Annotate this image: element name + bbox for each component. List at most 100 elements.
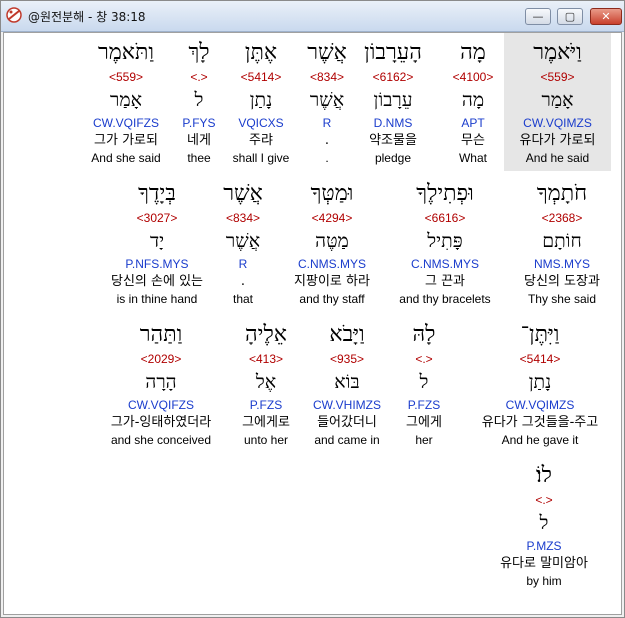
morph-code[interactable]: APT	[428, 115, 518, 131]
word-cell[interactable]: וּמַטְּךָ <4294> מַטֶּה C.NMS.MYS 지팡이로 하…	[280, 178, 384, 307]
morph-code[interactable]: P.MZS	[489, 538, 599, 554]
strong-number[interactable]: <2368>	[507, 210, 617, 226]
word-cell[interactable]: מָה <4100> מָה APT 무슨 What	[428, 37, 518, 166]
lemma: ל	[419, 371, 429, 393]
korean-gloss: 그가 가로되	[94, 133, 158, 148]
strong-number[interactable]: <834>	[211, 210, 275, 226]
english-gloss: and came in	[314, 433, 380, 447]
english-gloss: and she conceived	[110, 433, 212, 447]
word-cell[interactable]: בְּיָדֶךָ <3027> יָד P.NFS.MYS 당신의 손에 있는…	[97, 178, 217, 307]
maximize-button[interactable]: ▢	[557, 8, 583, 25]
interlinear-view[interactable]: וַיֹּאמֶר <559> אָמַר CW.VQIMZS 유다가 가로되 …	[3, 32, 622, 615]
morph-code[interactable]: P.FZS	[231, 397, 301, 413]
word-cell[interactable]: וַיָּבֹא <935> בּוֹא CW.VHIMZS 들어갔더니 and…	[304, 319, 390, 448]
lemma: בּוֹא	[334, 371, 360, 393]
english-gloss: that	[232, 292, 253, 306]
strong-number[interactable]: <.>	[489, 492, 599, 508]
hebrew-word: וַתֹּאמֶר	[97, 40, 155, 65]
english-gloss: is in thine hand	[116, 292, 198, 306]
korean-gloss: 그에게	[406, 415, 442, 430]
hebrew-word: אֲשֶׁר	[223, 181, 263, 206]
hebrew-word: וַיֹּאמֶר	[533, 40, 582, 65]
minimize-button[interactable]: —	[525, 8, 551, 25]
word-cell[interactable]: וַתַּהַר <2029> הָרָה CW.VQIFZS 그가-잉태하였더…	[98, 319, 224, 448]
morph-code[interactable]: R	[211, 256, 275, 272]
morph-code[interactable]: CW.VQIFZS	[98, 397, 224, 413]
word-cell[interactable]: חֹתָמְךָ <2368> חוֹתָם NMS.MYS 당신의 도장과 T…	[507, 178, 617, 307]
korean-gloss: 유다로 말미암아	[500, 556, 588, 571]
hebrew-word: לָהּ	[412, 322, 436, 347]
strong-number[interactable]: <4100>	[428, 69, 518, 85]
korean-gloss: 그에게로	[242, 415, 290, 430]
close-icon: ✕	[601, 10, 611, 23]
korean-gloss: 당신의 손에 있는	[111, 274, 203, 289]
hebrew-word: וַתַּהַר	[139, 322, 183, 347]
korean-gloss: 들어갔더니	[317, 415, 377, 430]
word-cell[interactable]: וַיִּתֶּן־ <5414> נָתַן CW.VQIMZS 유다가 그것…	[470, 319, 610, 448]
hebrew-word: וַיִּתֶּן־	[520, 322, 560, 347]
korean-gloss: 유다가 가로되	[519, 133, 596, 148]
morph-code[interactable]: C.NMS.MYS	[280, 256, 384, 272]
strong-number[interactable]: <4294>	[280, 210, 384, 226]
morph-code[interactable]: C.NMS.MYS	[390, 256, 500, 272]
close-button[interactable]: ✕	[590, 8, 622, 25]
english-gloss: And he said	[525, 151, 590, 165]
korean-gloss: 지팡이로 하라	[294, 274, 370, 289]
korean-gloss: 유다가 그것들을-주고	[481, 415, 599, 430]
english-gloss: by him	[526, 574, 562, 588]
strong-number[interactable]: <935>	[304, 351, 390, 367]
lemma: הָרָה	[145, 371, 177, 393]
korean-gloss: 당신의 도장과	[524, 274, 600, 289]
english-gloss: Thy she said	[527, 292, 597, 306]
word-cell[interactable]: אֲשֶׁר <834> אֲשֶׁר R . that	[211, 178, 275, 307]
korean-gloss: .	[240, 274, 246, 289]
strong-number[interactable]: <3027>	[97, 210, 217, 226]
maximize-icon: ▢	[564, 10, 576, 23]
word-cell[interactable]: וַתֹּאמֶר <559> אָמַר CW.VQIFZS 그가 가로되 A…	[81, 37, 171, 166]
morph-code[interactable]: CW.VQIMZS	[504, 115, 611, 131]
hebrew-word: וּמַטְּךָ	[310, 181, 354, 206]
english-gloss: and thy staff	[299, 292, 365, 306]
lemma: יָד	[149, 230, 165, 252]
lemma: אֲשֶׁר	[225, 230, 261, 252]
hebrew-word: בְּיָדֶךָ	[138, 181, 176, 206]
strong-number[interactable]: <.>	[396, 351, 452, 367]
english-gloss: her	[415, 433, 433, 447]
hebrew-word: חֹתָמְךָ	[536, 181, 588, 206]
hebrew-word: לוֹ׃	[536, 463, 552, 488]
morph-code[interactable]: NMS.MYS	[507, 256, 617, 272]
app-logo-icon	[6, 7, 22, 23]
morph-code[interactable]: P.FZS	[396, 397, 452, 413]
hebrew-word: וּפְתִילֶךָ	[416, 181, 474, 206]
lemma: אָמַר	[110, 89, 142, 111]
lemma: נָתַן	[528, 371, 552, 393]
morph-code[interactable]: CW.VQIFZS	[81, 115, 171, 131]
word-cell[interactable]: וּפְתִילֶךָ <6616> פָּתִיל C.NMS.MYS 그 끈…	[390, 178, 500, 307]
strong-number[interactable]: <5414>	[470, 351, 610, 367]
korean-gloss: 무슨	[461, 133, 485, 148]
lemma: פָּתִיל	[427, 230, 463, 252]
strong-number[interactable]: <559>	[81, 69, 171, 85]
window-title: @원전분해 - 창 38:18	[28, 10, 146, 24]
strong-number[interactable]: <559>	[504, 69, 611, 85]
english-gloss: and thy bracelets	[399, 292, 491, 306]
word-cell[interactable]: אֵלֶיהָ <413> אֶל P.FZS 그에게로 unto her	[231, 319, 301, 448]
korean-gloss: 그가-잉태하였더라	[110, 415, 212, 430]
korean-gloss: 그 끈과	[424, 274, 465, 289]
morph-code[interactable]: P.NFS.MYS	[97, 256, 217, 272]
word-cell[interactable]: לָהּ <.> ל P.FZS 그에게 her	[396, 319, 452, 448]
hebrew-word: מָה	[460, 40, 486, 65]
title-bar[interactable]: @원전분해 - 창 38:18 — ▢ ✕	[1, 1, 624, 32]
lemma: ל	[539, 512, 549, 534]
morph-code[interactable]: CW.VHIMZS	[304, 397, 390, 413]
morph-code[interactable]: CW.VQIMZS	[470, 397, 610, 413]
word-cell[interactable]: וַיֹּאמֶר <559> אָמַר CW.VQIMZS 유다가 가로되 …	[504, 33, 611, 171]
word-cell[interactable]: לוֹ׃ <.> ל P.MZS 유다로 말미암아 by him	[489, 460, 599, 589]
strong-number[interactable]: <6616>	[390, 210, 500, 226]
strong-number[interactable]: <2029>	[98, 351, 224, 367]
lemma: אֶל	[255, 371, 277, 393]
english-gloss: And he gave it	[501, 433, 579, 447]
hebrew-word: אֵלֶיהָ	[245, 322, 287, 347]
strong-number[interactable]: <413>	[231, 351, 301, 367]
minimize-icon: —	[532, 10, 544, 23]
